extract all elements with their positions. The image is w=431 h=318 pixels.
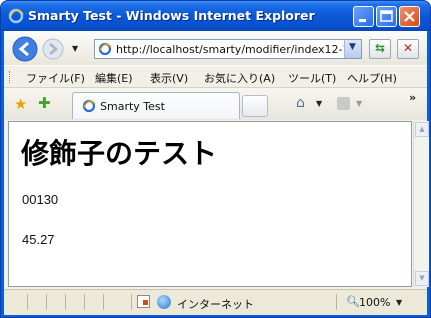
- address-field[interactable]: http://localhost/smarty/modifier/index12…: [94, 39, 362, 59]
- new-tab-button[interactable]: [242, 95, 268, 117]
- browser-window: Smarty Test - Windows Internet Explorer …: [0, 0, 431, 318]
- vertical-scrollbar[interactable]: ▲ ▼: [413, 121, 429, 287]
- status-divider: [103, 294, 104, 310]
- page-heading: 修飾子のテスト: [21, 137, 218, 170]
- status-divider: [336, 294, 337, 310]
- scroll-up-icon[interactable]: ▲: [415, 122, 429, 137]
- navigation-bar: ▼ http://localhost/smarty/modifier/index…: [4, 31, 427, 65]
- favorites-star-icon[interactable]: ★: [14, 95, 27, 113]
- menu-help[interactable]: ヘルプ(H): [347, 70, 397, 86]
- page-ie-icon: [98, 42, 112, 56]
- tab-smarty-test[interactable]: Smarty Test: [72, 92, 240, 119]
- home-dropdown-icon[interactable]: ▼: [316, 99, 322, 108]
- close-button[interactable]: [399, 6, 420, 27]
- tab-ie-icon: [82, 99, 96, 113]
- maximize-button[interactable]: [376, 6, 397, 27]
- menu-grip[interactable]: [9, 71, 12, 83]
- page-value-padded: 00130: [22, 192, 59, 207]
- close-icon: [404, 11, 415, 22]
- status-divider: [65, 294, 66, 310]
- stop-icon: ✕: [403, 41, 414, 55]
- tab-label: Smarty Test: [100, 100, 165, 113]
- scroll-down-icon[interactable]: ▼: [415, 271, 429, 286]
- chevron-down-icon: ▼: [349, 42, 356, 52]
- status-divider: [131, 294, 132, 310]
- feeds-icon[interactable]: [337, 97, 350, 110]
- minimize-button[interactable]: [353, 6, 374, 27]
- menu-bar: ファイル(F) 編集(E) 表示(V) お気に入り(A) ツール(T) ヘルプ(…: [4, 65, 427, 88]
- menu-file[interactable]: ファイル(F): [26, 70, 85, 86]
- protected-mode-icon[interactable]: [137, 295, 150, 308]
- status-divider: [27, 294, 28, 310]
- zoom-level[interactable]: 100%: [359, 296, 390, 309]
- window-title: Smarty Test - Windows Internet Explorer: [28, 8, 315, 23]
- refresh-button[interactable]: ⇆: [369, 39, 391, 59]
- title-bar[interactable]: Smarty Test - Windows Internet Explorer: [1, 1, 430, 31]
- maximize-icon: [380, 10, 393, 22]
- status-divider: [46, 294, 47, 310]
- address-text[interactable]: http://localhost/smarty/modifier/index12…: [116, 43, 352, 56]
- page-content: 修飾子のテスト 00130 45.27: [8, 121, 412, 287]
- ie-logo-icon: [8, 8, 24, 24]
- zoom-magnifier-icon[interactable]: 🔍︎: [346, 295, 360, 308]
- minimize-icon: [359, 19, 366, 22]
- home-icon[interactable]: ⌂: [296, 95, 305, 111]
- zoom-dropdown-icon[interactable]: ▼: [396, 298, 402, 307]
- menu-edit[interactable]: 編集(E): [95, 70, 133, 86]
- feeds-dropdown-icon[interactable]: ▼: [356, 99, 362, 108]
- add-favorites-icon[interactable]: ✚: [38, 94, 51, 112]
- address-dropdown-button[interactable]: ▼: [344, 40, 361, 58]
- menu-favorites[interactable]: お気に入り(A): [204, 70, 275, 86]
- menu-tools[interactable]: ツール(T): [288, 70, 336, 86]
- refresh-icon: ⇆: [375, 41, 386, 55]
- forward-button[interactable]: [42, 38, 64, 60]
- toolbar-overflow-icon[interactable]: »: [409, 91, 416, 104]
- stop-button[interactable]: ✕: [397, 39, 419, 59]
- recent-pages-dropdown-icon[interactable]: ▼: [72, 44, 78, 53]
- status-divider: [84, 294, 85, 310]
- status-bar: インターネット 🔍︎ 100% ▼: [4, 289, 427, 315]
- security-zone-label: インターネット: [177, 298, 254, 311]
- back-button[interactable]: [12, 36, 38, 62]
- page-value-decimal: 45.27: [22, 232, 55, 247]
- internet-zone-globe-icon: [157, 295, 171, 309]
- browser-chrome: ▼ http://localhost/smarty/modifier/index…: [4, 31, 429, 315]
- menu-view[interactable]: 表示(V): [150, 70, 188, 86]
- tab-bar: ★ ✚ Smarty Test ⌂ ▼ ▼ »: [4, 87, 427, 120]
